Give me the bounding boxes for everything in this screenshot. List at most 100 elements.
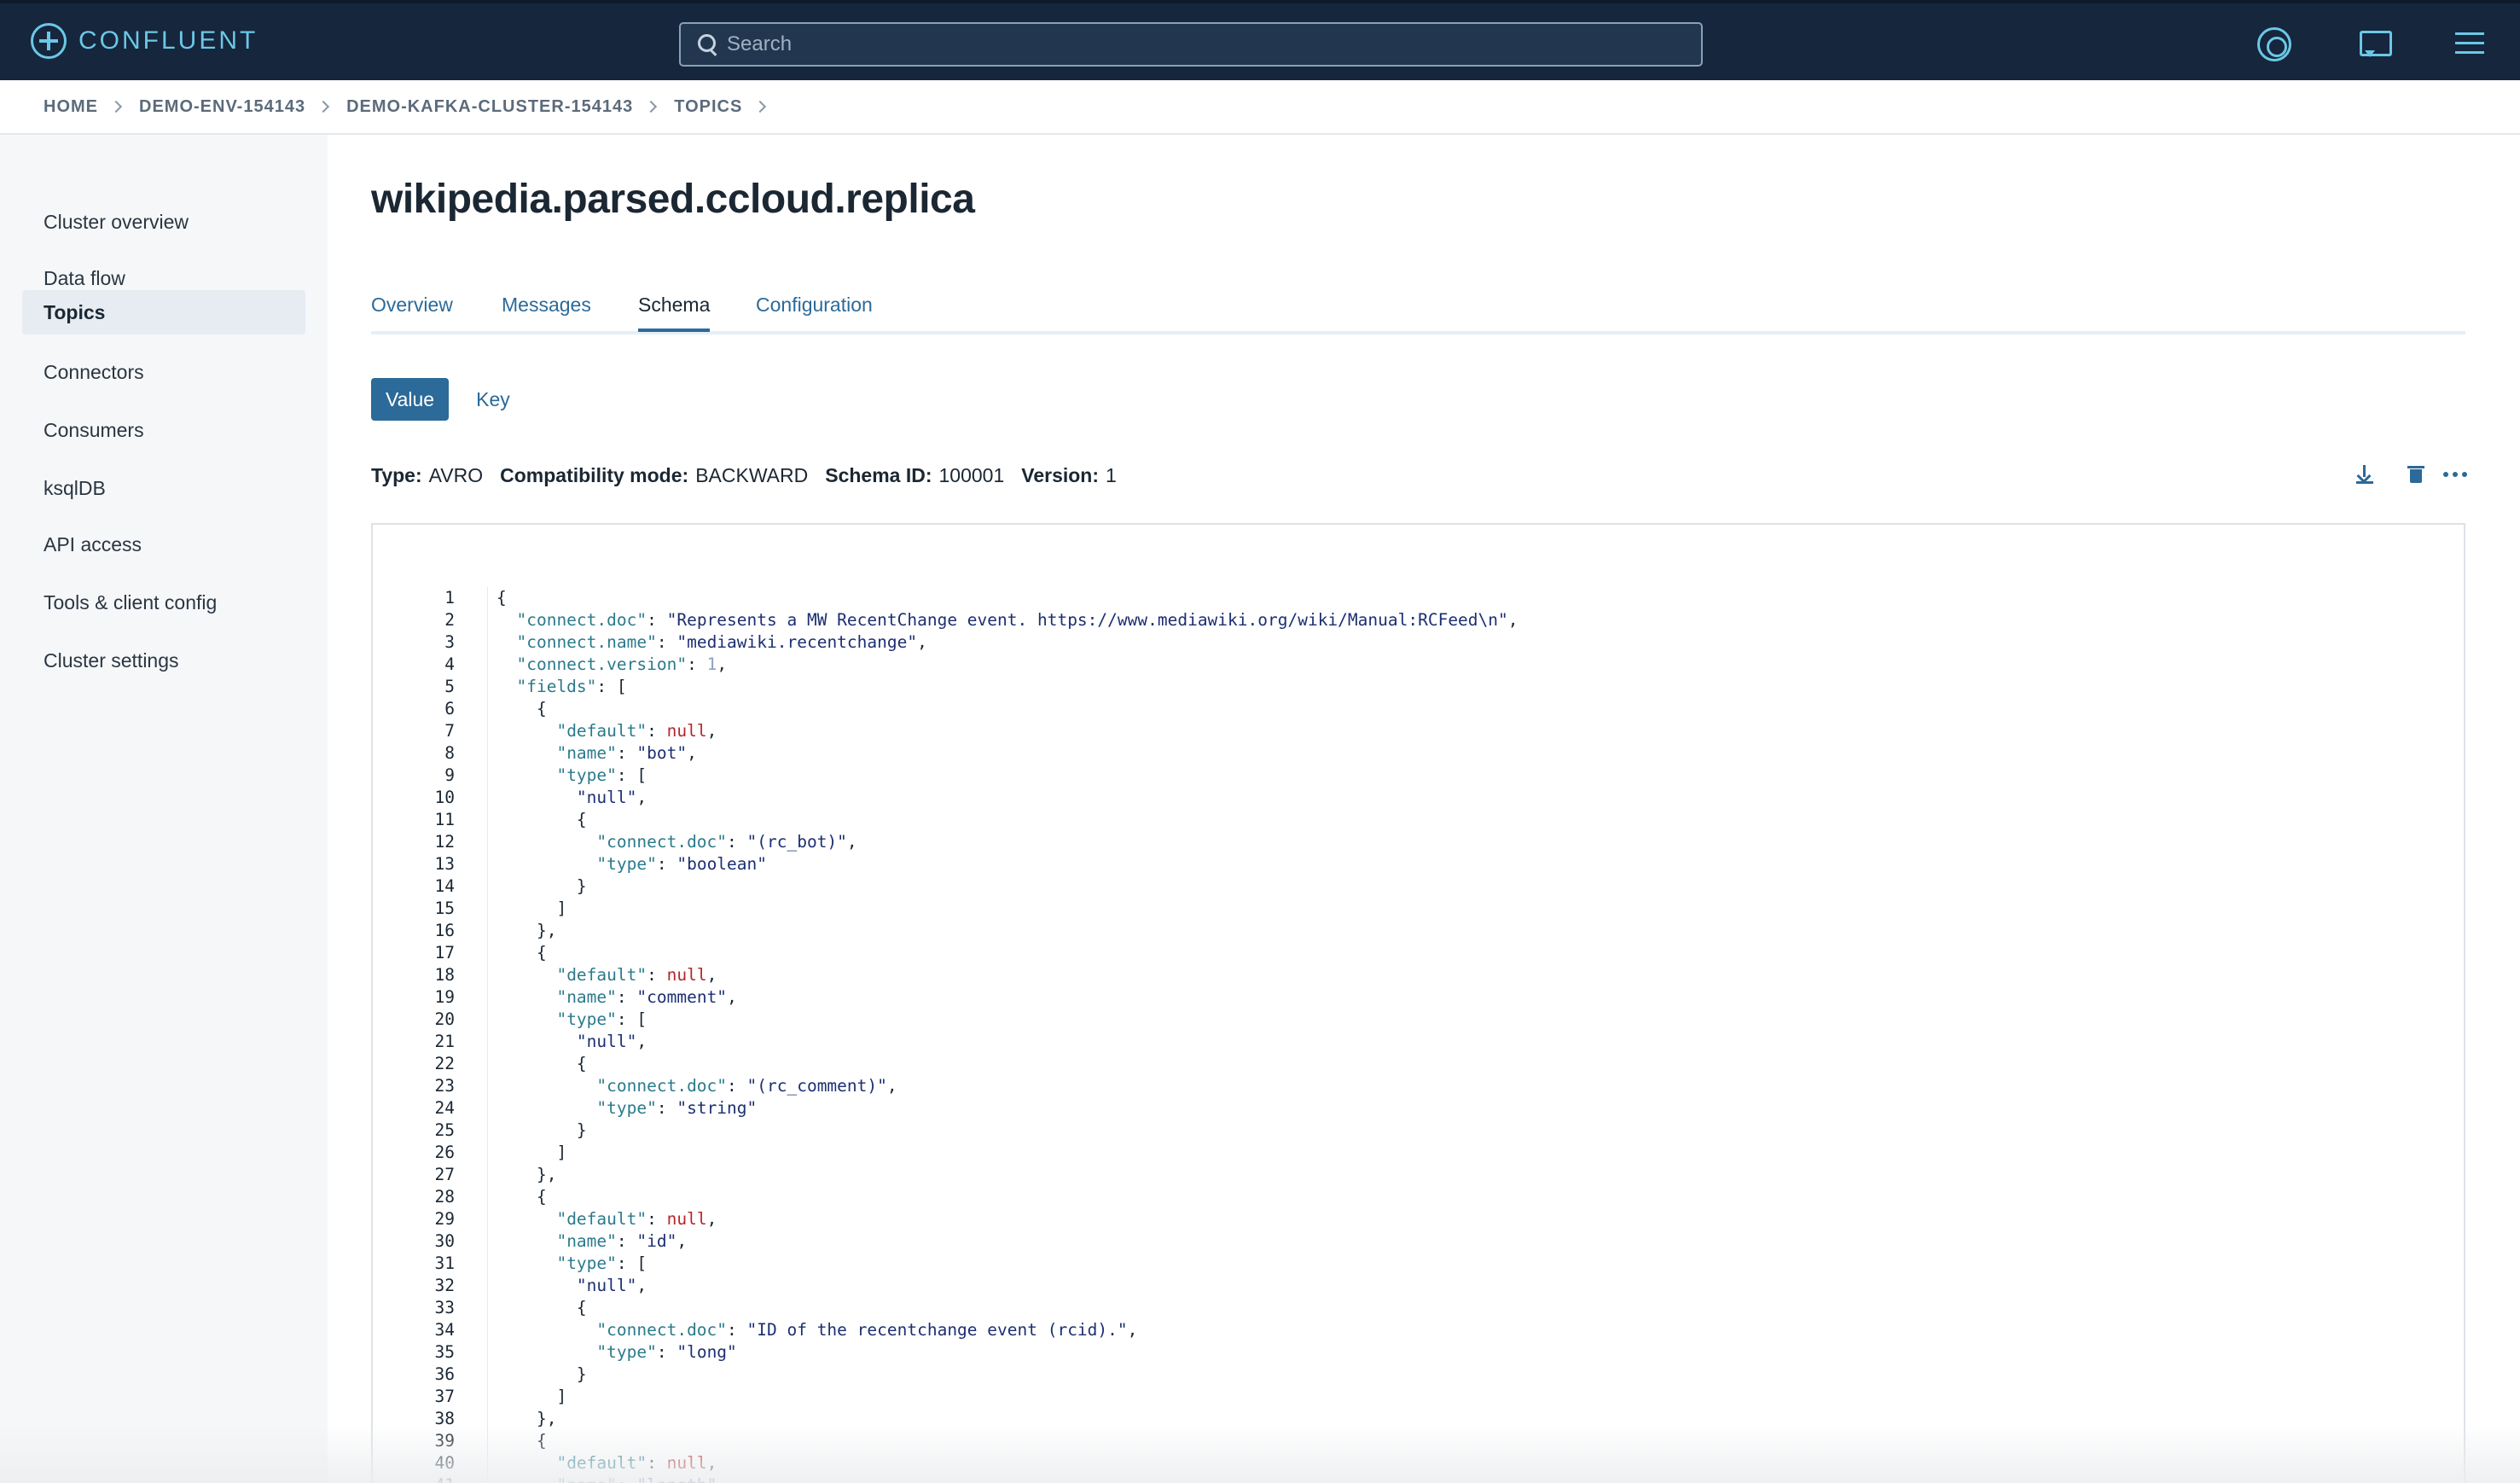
code-line: "connect.version": 1,	[496, 654, 1518, 676]
code-token: {	[496, 699, 547, 718]
code-token: },	[496, 1165, 557, 1184]
code-token: "connect.version"	[516, 654, 688, 674]
code-token: "connect.doc"	[596, 1076, 728, 1096]
code-token: "mediawiki.recentchange"	[676, 632, 918, 652]
code-token: null	[666, 721, 707, 741]
code-token: "id"	[636, 1231, 677, 1251]
breadcrumb-home[interactable]: HOME	[44, 97, 98, 117]
code-token: {	[496, 1431, 547, 1451]
code-line: "null",	[496, 1275, 1518, 1297]
line-number: 1	[444, 588, 455, 608]
code-token: "comment"	[636, 987, 728, 1007]
code-token: "connect.doc"	[516, 610, 647, 630]
code-token: "string"	[676, 1098, 758, 1118]
code-token: ,	[676, 1231, 688, 1251]
code-line: "default": null,	[496, 964, 1518, 986]
code-token: "type"	[596, 854, 657, 874]
code-line: ]	[496, 1142, 1518, 1164]
tab-overview[interactable]: Overview	[371, 294, 453, 317]
tab-schema[interactable]: Schema	[638, 294, 711, 332]
code-token: : [	[616, 1253, 647, 1273]
code-token: "name"	[556, 1231, 617, 1251]
sidebar-item-ksqldb[interactable]: ksqlDB	[22, 466, 305, 510]
line-number: 12	[434, 832, 455, 852]
schema-id-value: 100001	[938, 464, 1005, 486]
line-number: 26	[434, 1143, 455, 1162]
code-token: "connect.doc"	[596, 1320, 728, 1340]
code-token: ,	[717, 1475, 727, 1483]
delete-icon[interactable]	[2406, 463, 2426, 486]
code-token: "default"	[556, 1453, 647, 1473]
download-icon[interactable]	[2355, 463, 2375, 486]
code-line: {	[496, 1430, 1518, 1452]
code-token: :	[727, 1076, 747, 1096]
chevron-right-icon	[109, 100, 123, 113]
code-token: }	[496, 1120, 587, 1140]
chat-icon[interactable]	[2358, 27, 2392, 61]
schema-code-viewer[interactable]: 1 2 3 4 5 6 7 8 9 10 11 12 13 14 15 16 17 18 19 20 21 22 23 24 2…	[371, 523, 2465, 1483]
line-number: 8	[444, 743, 455, 763]
sidebar-item-cluster-overview[interactable]: Cluster overview	[22, 200, 305, 244]
more-options-icon[interactable]	[2443, 463, 2469, 486]
code-line: "connect.doc": "(rc_bot)",	[496, 831, 1518, 853]
tab-messages[interactable]: Messages	[502, 294, 591, 317]
menu-icon[interactable]	[2453, 27, 2488, 61]
line-number: 41	[402, 1474, 455, 1483]
code-token: :	[656, 1342, 677, 1362]
code-line: "fields": [	[496, 676, 1518, 698]
line-number: 23	[434, 1076, 455, 1096]
code-token: :	[647, 965, 667, 985]
search-input[interactable]	[727, 32, 1665, 56]
schema-value-toggle[interactable]: Value	[371, 378, 449, 421]
code-token: "long"	[676, 1342, 737, 1362]
code-line: }	[496, 1120, 1518, 1142]
sidebar-item-connectors[interactable]: Connectors	[22, 350, 305, 394]
line-number: 19	[434, 987, 455, 1007]
code-line: "type": "boolean"	[496, 853, 1518, 875]
code-token: "connect.doc"	[596, 832, 728, 852]
support-icon[interactable]	[2257, 27, 2291, 61]
line-number: 25	[434, 1120, 455, 1140]
code-token: null	[666, 1209, 707, 1229]
code-token: :	[647, 610, 667, 630]
code-token: :	[617, 1475, 636, 1483]
sidebar-item-cluster-settings[interactable]: Cluster settings	[22, 638, 305, 683]
code-line: "type": "long"	[496, 1341, 1518, 1364]
search-bar[interactable]	[679, 22, 1703, 67]
code-line: ]	[496, 898, 1518, 920]
code-line: "default": null,	[496, 1452, 1518, 1474]
compatibility-mode-label: Compatibility mode:	[500, 464, 689, 486]
tab-configuration[interactable]: Configuration	[756, 294, 873, 317]
breadcrumb-environment[interactable]: DEMO-ENV-154143	[139, 97, 305, 117]
code-token: :	[687, 654, 707, 674]
code-token: ,	[706, 1453, 717, 1473]
code-token: "type"	[596, 1098, 657, 1118]
line-number: 39	[434, 1431, 455, 1451]
code-token: {	[496, 1054, 587, 1073]
breadcrumb-cluster[interactable]: DEMO-KAFKA-CLUSTER-154143	[346, 97, 633, 117]
sidebar-item-tools-client-config[interactable]: Tools & client config	[22, 580, 305, 625]
code-token: ,	[706, 1209, 717, 1229]
code-token: ,	[727, 987, 737, 1007]
breadcrumb-topics[interactable]: TOPICS	[674, 97, 742, 117]
code-token: ,	[636, 1276, 647, 1295]
schema-type-value: AVRO	[428, 464, 484, 486]
code-token: ,	[1507, 610, 1518, 630]
line-number: 7	[444, 721, 455, 741]
code-line: {	[496, 1297, 1518, 1319]
confluent-logo[interactable]: CONFLUENT	[31, 22, 258, 60]
schema-key-toggle[interactable]: Key	[461, 378, 525, 421]
code-line: "name": "bot",	[496, 742, 1518, 765]
code-token: :	[647, 1453, 667, 1473]
sidebar-item-api-access[interactable]: API access	[22, 522, 305, 567]
code-token: :	[616, 1231, 637, 1251]
sidebar-item-consumers[interactable]: Consumers	[22, 408, 305, 452]
sidebar-item-topics[interactable]: Topics	[22, 290, 305, 334]
